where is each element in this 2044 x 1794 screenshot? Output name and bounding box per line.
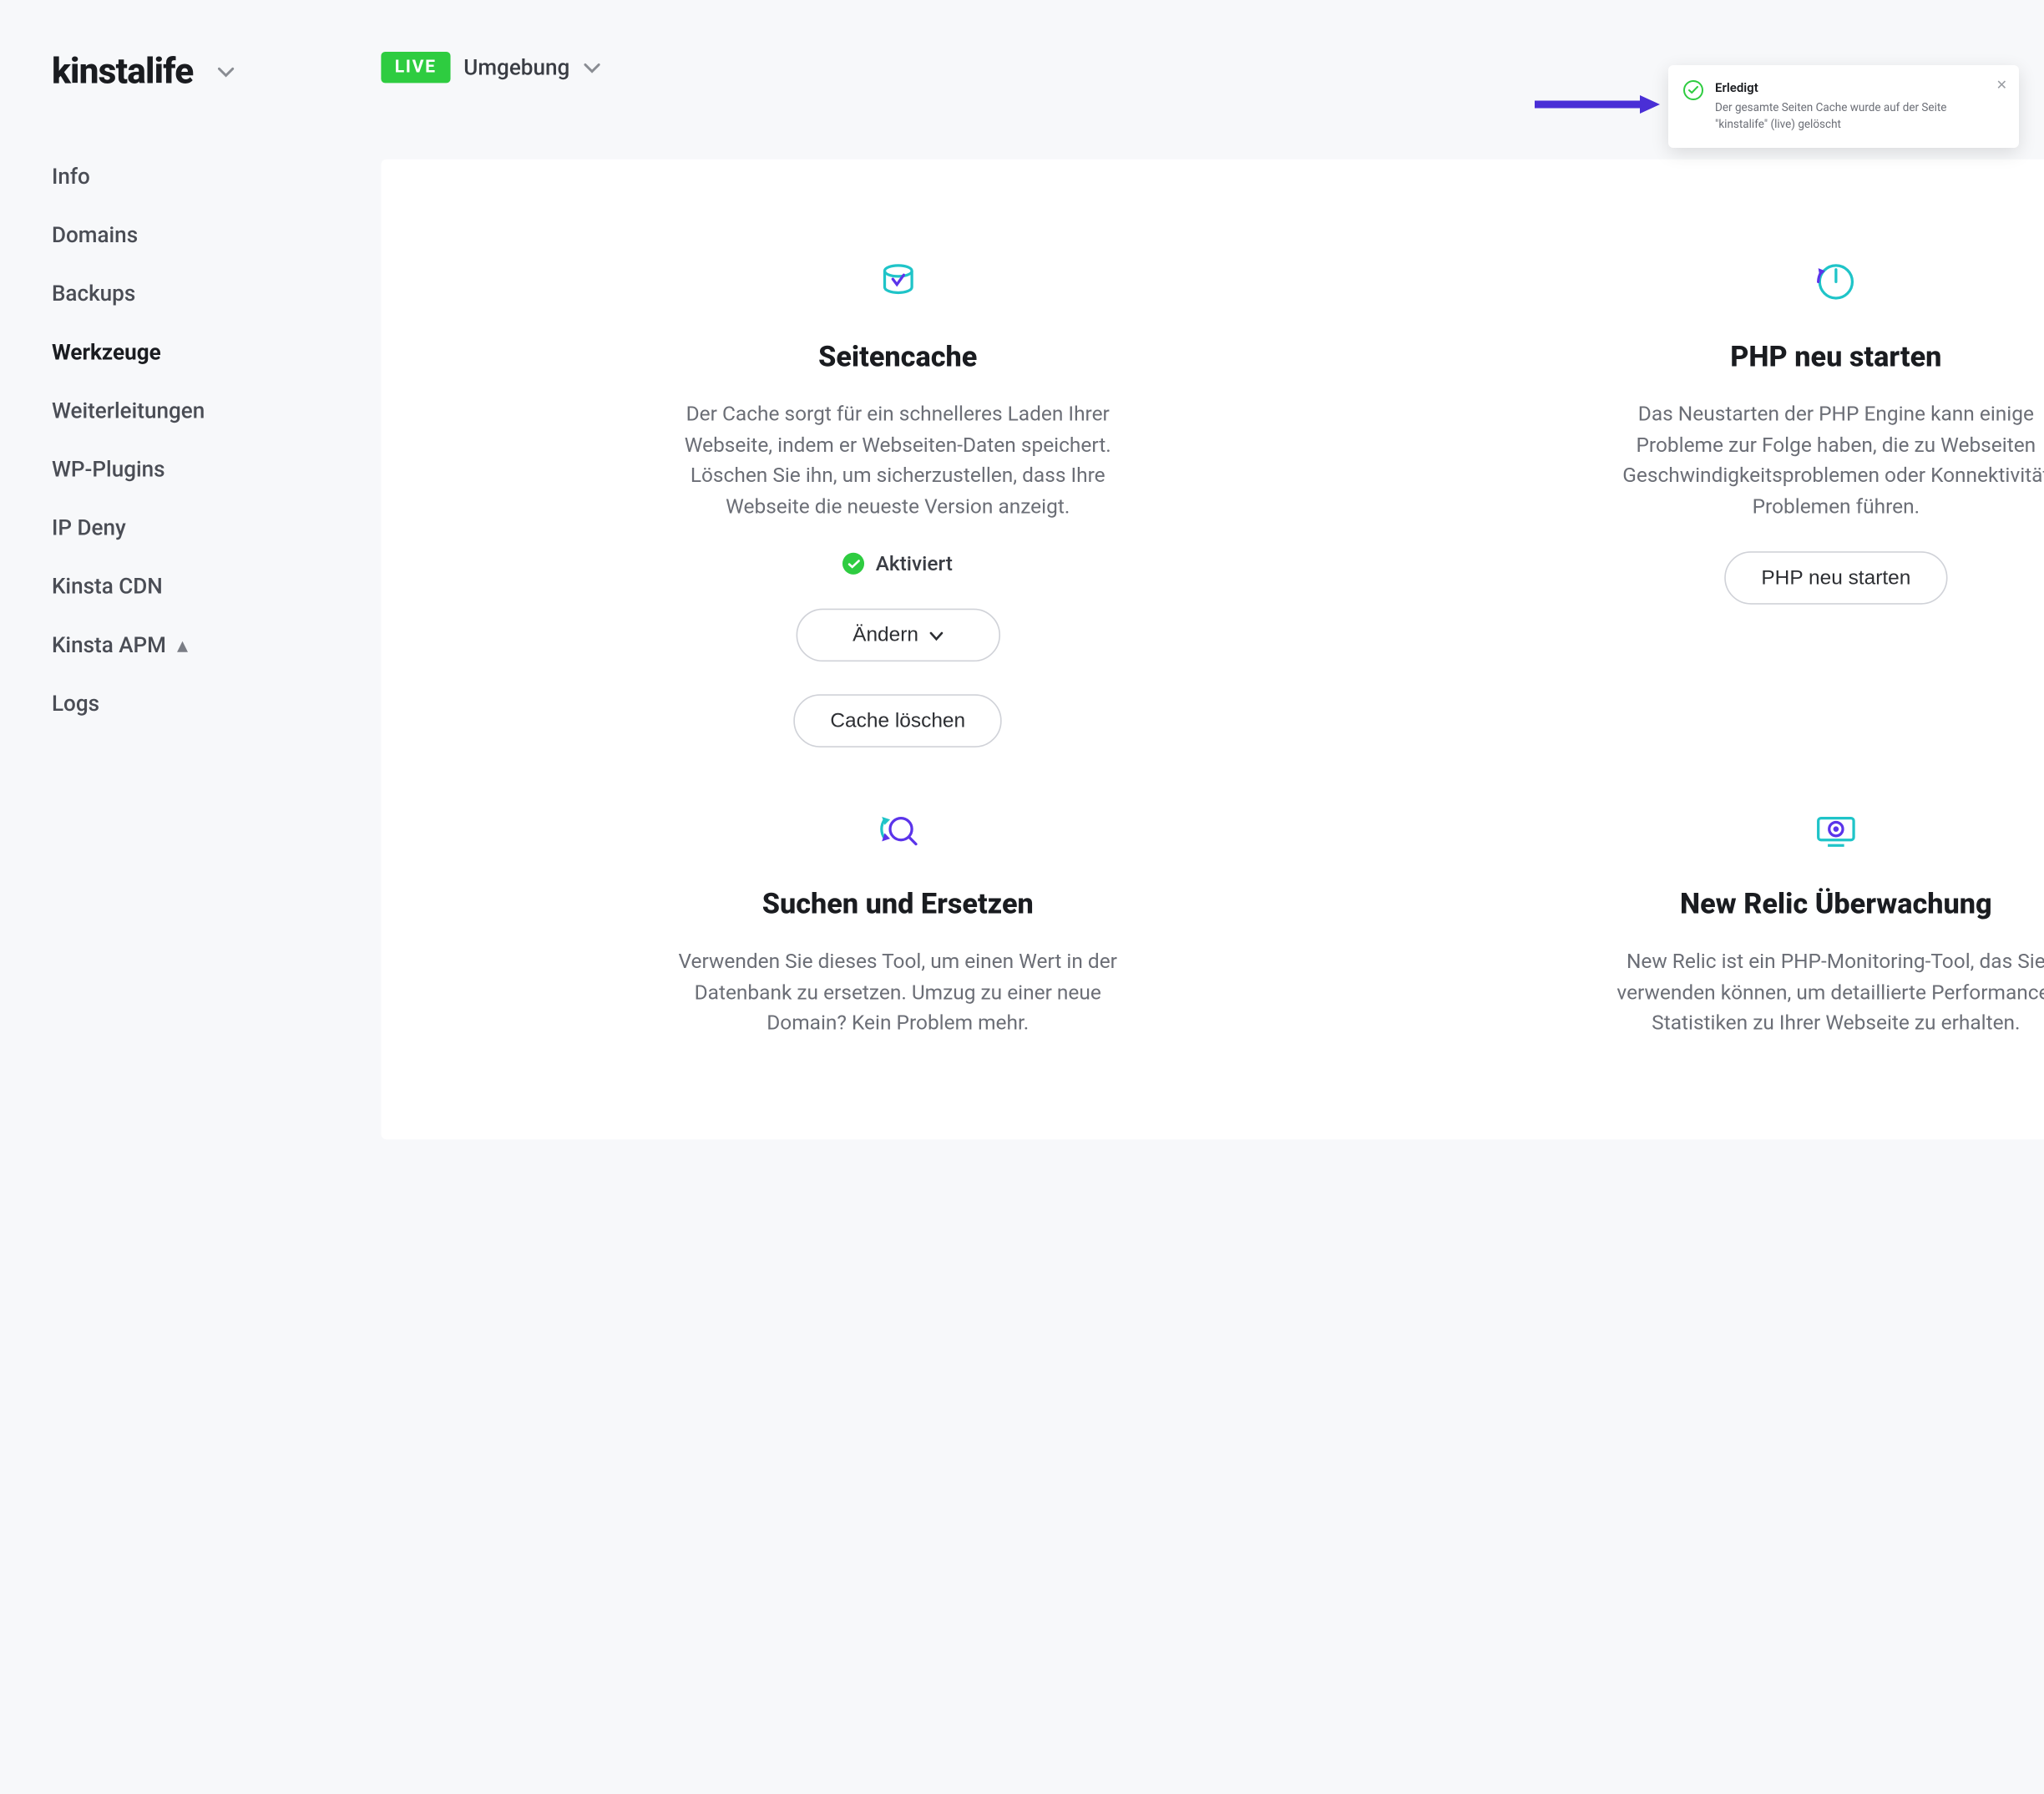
sidebar-item-weiterleitungen[interactable]: Weiterleitungen: [52, 381, 245, 439]
sidebar-item-kinsta-apm[interactable]: Kinsta APM ▴: [52, 616, 245, 674]
chevron-down-icon: [218, 61, 235, 83]
tool-card-php-neu-starten: PHP neu starten Das Neustarten der PHP En…: [1388, 255, 2044, 748]
tool-title: Suchen und Ersetzen: [463, 889, 1333, 921]
sidebar-item-label: Werkzeuge: [52, 339, 161, 365]
sidebar-item-label: Info: [52, 164, 90, 190]
site-switcher[interactable]: kinstalife: [52, 52, 245, 93]
close-icon[interactable]: ✕: [1996, 77, 2007, 93]
restart-php-icon: [1401, 255, 2044, 309]
environment-label: Umgebung: [463, 54, 569, 80]
button-label: PHP neu starten: [1761, 566, 1910, 590]
tool-card-seitencache: Seitencache Der Cache sorgt für ein schne…: [449, 255, 1347, 748]
sidebar-item-info[interactable]: Info: [52, 147, 245, 205]
sidebar-item-logs[interactable]: Logs: [52, 674, 245, 732]
new-badge-icon: ▴: [172, 631, 189, 657]
environment-badge: LIVE: [381, 52, 450, 83]
success-check-icon: [1683, 80, 1703, 100]
cache-icon: [463, 255, 1333, 309]
status-badge: Aktiviert: [463, 551, 1333, 575]
sidebar-item-ip-deny[interactable]: IP Deny: [52, 499, 245, 557]
status-label: Aktiviert: [876, 551, 953, 575]
chevron-down-icon: [929, 624, 943, 647]
search-replace-icon: [463, 802, 1333, 856]
button-label: Ändern: [853, 624, 918, 647]
restart-php-button[interactable]: PHP neu starten: [1724, 551, 1947, 605]
button-label: Cache löschen: [830, 709, 965, 732]
tool-description: Der Cache sorgt für ein schnelleres Lade…: [666, 399, 1129, 522]
toast-title: Erledigt: [1715, 80, 1982, 95]
site-name: kinstalife: [52, 52, 194, 93]
sidebar-nav: Info Domains Backups Werkzeuge Weiterleitung…: [52, 147, 245, 732]
toast-message: Der gesamte Seiten Cache wurde auf der S…: [1715, 100, 1982, 133]
annotation-arrow-icon: [1535, 94, 1660, 119]
sidebar-item-label: WP-Plugins: [52, 456, 165, 482]
sidebar-item-label: Weiterleitungen: [52, 398, 205, 423]
sidebar-item-label: Domains: [52, 222, 138, 248]
clear-cache-button[interactable]: Cache löschen: [793, 694, 1002, 748]
sidebar-item-backups[interactable]: Backups: [52, 264, 245, 322]
tool-description: New Relic ist ein PHP-Monitoring-Tool, d…: [1605, 946, 2044, 1038]
sidebar-item-label: Logs: [52, 690, 99, 716]
sidebar-item-werkzeuge[interactable]: Werkzeuge: [52, 322, 245, 381]
tool-card-suchen-und-ersetzen: Suchen und Ersetzen Verwenden Sie dieses …: [449, 802, 1347, 1068]
tool-description: Verwenden Sie dieses Tool, um einen Wert…: [666, 946, 1129, 1038]
check-icon: [843, 553, 865, 575]
tool-title: PHP neu starten: [1401, 342, 2044, 374]
tool-title: New Relic Überwachung: [1401, 889, 2044, 921]
chevron-down-icon: [584, 57, 600, 79]
sidebar-item-label: Kinsta CDN: [52, 573, 163, 599]
sidebar-item-label: Kinsta APM: [52, 631, 166, 657]
sidebar-item-label: Backups: [52, 281, 135, 307]
change-cache-button[interactable]: Ändern: [796, 609, 999, 662]
sidebar-item-wp-plugins[interactable]: WP-Plugins: [52, 439, 245, 498]
newrelic-icon: [1401, 802, 2044, 856]
tool-card-new-relic-berwachung: New Relic Überwachung New Relic ist ein P…: [1388, 802, 2044, 1068]
tools-panel: Seitencache Der Cache sorgt für ein schne…: [381, 160, 2044, 1140]
sidebar-item-kinsta-cdn[interactable]: Kinsta CDN: [52, 557, 245, 616]
tool-description: Das Neustarten der PHP Engine kann einig…: [1605, 399, 2044, 522]
toast-notification: Erledigt Der gesamte Seiten Cache wurde …: [1668, 65, 2019, 148]
tool-title: Seitencache: [463, 342, 1333, 374]
sidebar-item-label: IP Deny: [52, 514, 126, 540]
sidebar-item-domains[interactable]: Domains: [52, 205, 245, 264]
